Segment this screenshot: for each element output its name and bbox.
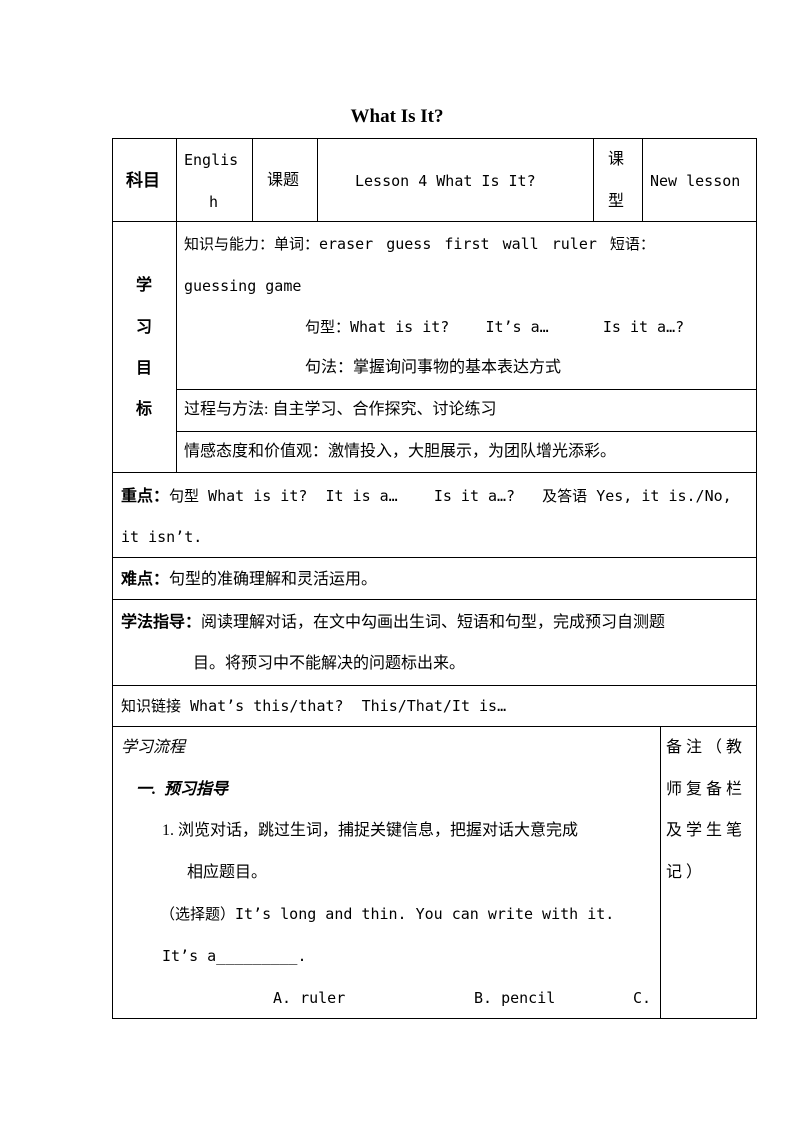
key-points: 重点：句型 What is it? It is a… Is it a…? 及答语… bbox=[121, 486, 732, 507]
difficulties: 难点：句型的准确理解和灵活运用。 bbox=[121, 569, 377, 590]
difficulties-label: 难点： bbox=[121, 571, 170, 588]
sentence-pattern: 句型：What is it? It’s a… Is it a…? bbox=[305, 318, 685, 336]
table-col-divider bbox=[317, 138, 318, 222]
document-title: What Is It? bbox=[350, 106, 444, 127]
table-row-divider bbox=[176, 389, 757, 390]
table-row-divider bbox=[112, 685, 757, 686]
question-line2: It’s a_________. bbox=[162, 947, 307, 965]
knowledge-link: 知识链接 What’s this/that? This/That/It is… bbox=[121, 697, 507, 715]
process-item1-line2: 相应题目。 bbox=[187, 864, 268, 881]
objectives-label-char: 标 bbox=[136, 401, 153, 418]
key-points-line2: it isn’t. bbox=[121, 528, 203, 546]
study-guide-line2: 目。将预习中不能解决的问题标出来。 bbox=[193, 655, 466, 672]
process-section1: 一. 预习指导 bbox=[136, 781, 229, 798]
objectives-label-char: 目 bbox=[136, 360, 153, 377]
study-guide-text: 阅读理解对话，在文中勾画出生词、短语和句型，完成预习自测题 bbox=[201, 614, 666, 631]
option-b: B. pencil bbox=[474, 989, 556, 1007]
table-col-divider bbox=[593, 138, 594, 222]
question-line1: （选择题）It’s long and thin. You can write w… bbox=[160, 905, 615, 923]
process-heading: 学习流程 bbox=[121, 739, 186, 756]
key-points-label: 重点： bbox=[121, 488, 170, 505]
remarks-line: 备注（教 bbox=[666, 739, 747, 756]
table-col-divider bbox=[660, 726, 661, 1019]
option-a: A. ruler bbox=[273, 989, 346, 1007]
difficulties-text: 句型的准确理解和灵活运用。 bbox=[169, 571, 378, 588]
table-col-divider bbox=[252, 138, 253, 222]
study-guide-label: 学法指导： bbox=[121, 614, 202, 631]
emotion-objective: 情感态度和价值观：激情投入，大胆展示，为团队增光添彩。 bbox=[184, 443, 617, 460]
table-row-divider bbox=[112, 472, 757, 473]
process-objective: 过程与方法: 自主学习、合作探究、讨论练习 bbox=[184, 401, 497, 418]
table-row-divider bbox=[112, 557, 757, 558]
remarks-line: 师复备栏 bbox=[666, 781, 747, 798]
topic-label: 课题 bbox=[267, 172, 300, 189]
table-col-divider bbox=[176, 138, 177, 473]
remarks-line: 及学生笔 bbox=[666, 822, 747, 839]
table-border-right bbox=[756, 138, 757, 1019]
subject-value-line1: Englis bbox=[184, 151, 239, 169]
option-c: C. bbox=[633, 989, 652, 1007]
table-border-top bbox=[112, 138, 757, 139]
objectives-label-char: 习 bbox=[136, 319, 153, 336]
type-value: New lesson bbox=[650, 172, 741, 190]
remarks-line: 记） bbox=[666, 864, 707, 881]
type-label-line2: 型 bbox=[608, 193, 625, 210]
topic-value: Lesson 4 What Is It? bbox=[355, 172, 536, 190]
study-guide: 学法指导：阅读理解对话，在文中勾画出生词、短语和句型，完成预习自测题 bbox=[121, 612, 665, 633]
table-border-left bbox=[112, 138, 113, 1019]
knowledge-line1: 知识与能力：单词：eraser guess first wall ruler 短… bbox=[184, 235, 655, 253]
objectives-label-char: 学 bbox=[136, 277, 153, 294]
grammar-objective: 句法：掌握询问事物的基本表达方式 bbox=[305, 359, 562, 376]
knowledge-line2: guessing game bbox=[184, 277, 302, 295]
table-row-divider bbox=[176, 431, 757, 432]
key-points-text: 句型 What is it? It is a… Is it a…? 及答语 Ye… bbox=[169, 487, 732, 505]
table-row-divider bbox=[112, 599, 757, 600]
type-label-line1: 课 bbox=[608, 151, 625, 168]
process-item1-line1: 1. 浏览对话，跳过生词，捕捉关键信息，把握对话大意完成 bbox=[162, 822, 579, 839]
table-row-divider bbox=[112, 221, 757, 222]
table-col-divider bbox=[642, 138, 643, 222]
subject-value-line2: h bbox=[209, 193, 219, 211]
subject-label: 科目 bbox=[126, 171, 160, 190]
